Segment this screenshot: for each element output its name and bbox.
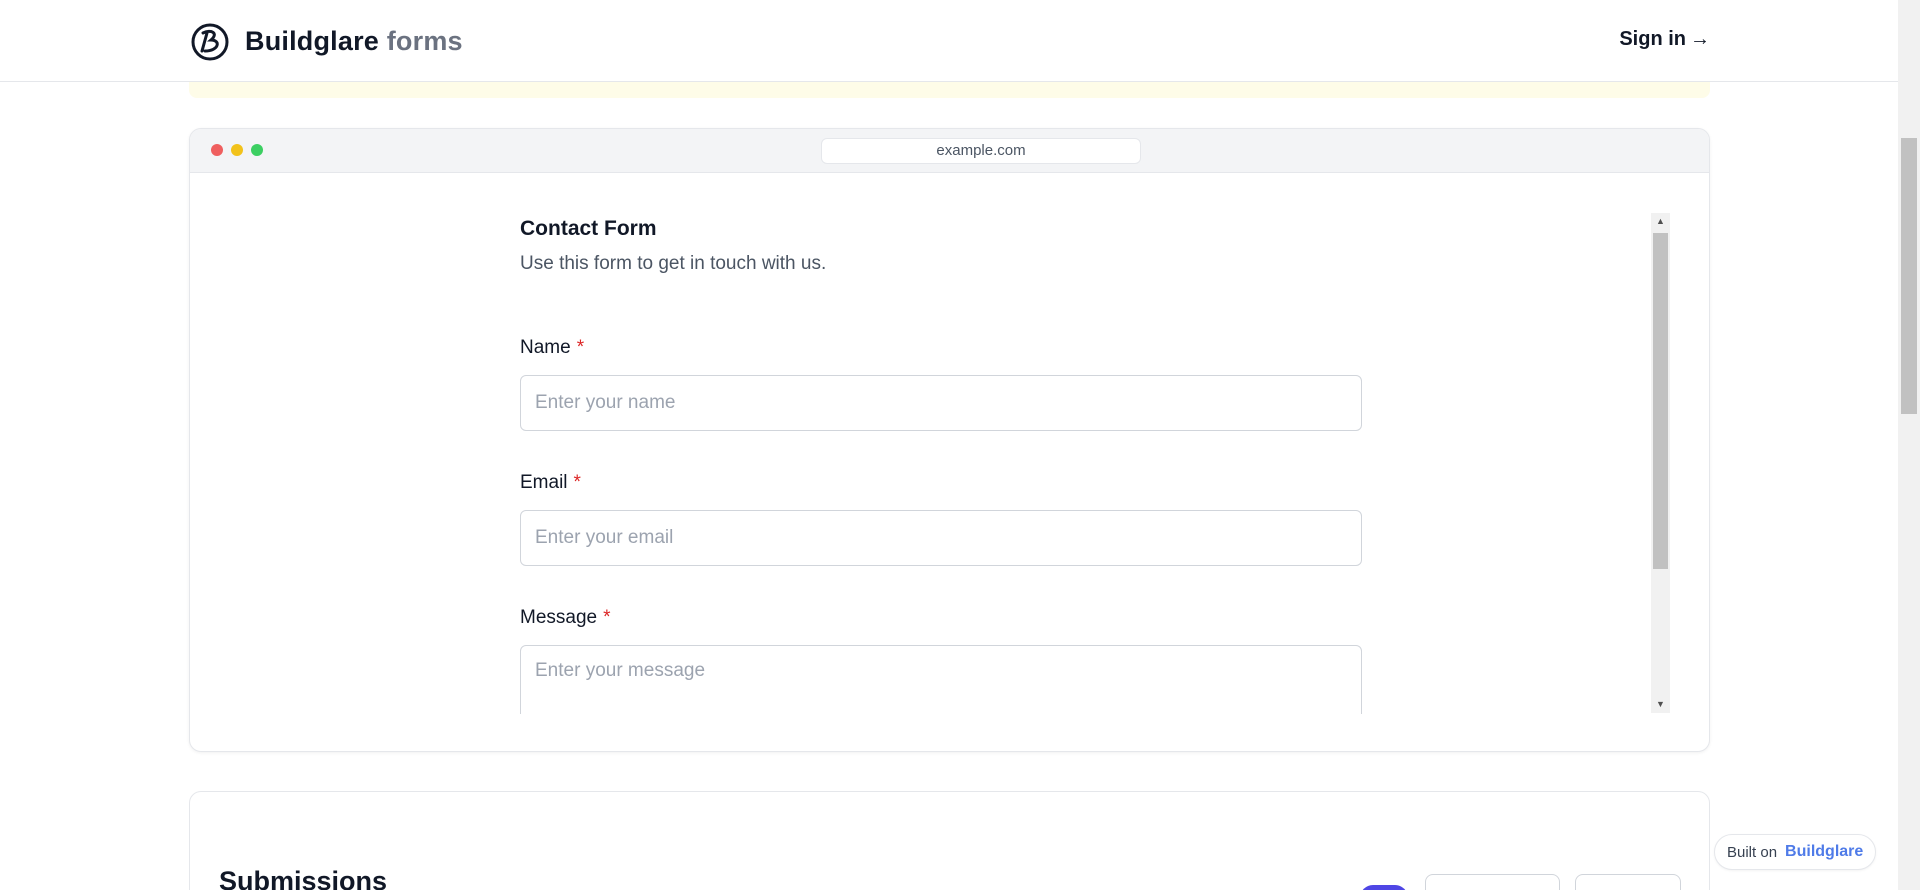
submissions-secondary-button[interactable] xyxy=(1575,874,1681,890)
window-controls xyxy=(211,144,263,156)
form-scrollbar[interactable]: ▲ ▼ xyxy=(1651,213,1670,713)
email-label-text: Email xyxy=(520,472,568,493)
top-header: Buildglare forms Sign in → xyxy=(0,0,1898,82)
buildglare-logo-icon xyxy=(191,23,229,61)
email-label: Email * xyxy=(520,472,581,494)
brand-logo[interactable]: Buildglare forms xyxy=(189,21,463,61)
scroll-up-arrow-icon[interactable]: ▲ xyxy=(1651,213,1670,230)
submissions-card: Submissions xyxy=(189,791,1710,890)
brand-subtitle: forms xyxy=(386,25,463,56)
submissions-action-button[interactable] xyxy=(1425,874,1560,890)
sign-in-link[interactable]: Sign in → xyxy=(1619,28,1710,51)
form-scrollbar-thumb[interactable] xyxy=(1653,233,1668,569)
form-viewport[interactable]: Contact Form Use this form to get in tou… xyxy=(190,173,1709,751)
name-label: Name * xyxy=(520,337,584,359)
browser-preview-frame: example.com Contact Form Use this form t… xyxy=(189,128,1710,752)
page-scrollbar[interactable] xyxy=(1898,0,1920,890)
form-description: Use this form to get in touch with us. xyxy=(520,253,827,274)
page: Buildglare forms Sign in → example.com C… xyxy=(0,0,1920,890)
minimize-dot-icon xyxy=(231,144,243,156)
form-title: Contact Form xyxy=(520,217,657,240)
message-label: Message * xyxy=(520,607,611,629)
submissions-toggle[interactable] xyxy=(1360,885,1408,890)
built-on-badge[interactable]: Built on Buildglare xyxy=(1714,834,1877,870)
brand-title: Buildglare forms xyxy=(245,26,463,57)
sign-in-label: Sign in xyxy=(1619,28,1686,50)
page-scrollbar-thumb[interactable] xyxy=(1901,138,1917,414)
submissions-title: Submissions xyxy=(219,866,388,890)
close-dot-icon xyxy=(211,144,223,156)
form-scroll-area: Contact Form Use this form to get in tou… xyxy=(190,173,1709,714)
browser-toolbar: example.com xyxy=(190,129,1709,173)
built-on-brand: Buildglare xyxy=(1785,843,1864,860)
url-bar: example.com xyxy=(821,138,1141,164)
message-label-text: Message xyxy=(520,607,598,628)
maximize-dot-icon xyxy=(251,144,263,156)
required-mark: * xyxy=(573,472,581,493)
arrow-right-icon: → xyxy=(1690,28,1710,50)
built-on-prefix: Built on xyxy=(1727,843,1778,861)
required-mark: * xyxy=(603,607,611,628)
name-input[interactable] xyxy=(520,375,1362,431)
contact-form: Contact Form Use this form to get in tou… xyxy=(520,217,1362,714)
message-textarea[interactable] xyxy=(520,645,1362,714)
scroll-down-arrow-icon[interactable]: ▼ xyxy=(1651,696,1670,713)
brand-name: Buildglare xyxy=(245,25,380,56)
required-mark: * xyxy=(576,337,585,358)
name-label-text: Name xyxy=(520,337,571,358)
email-input[interactable] xyxy=(520,510,1362,566)
